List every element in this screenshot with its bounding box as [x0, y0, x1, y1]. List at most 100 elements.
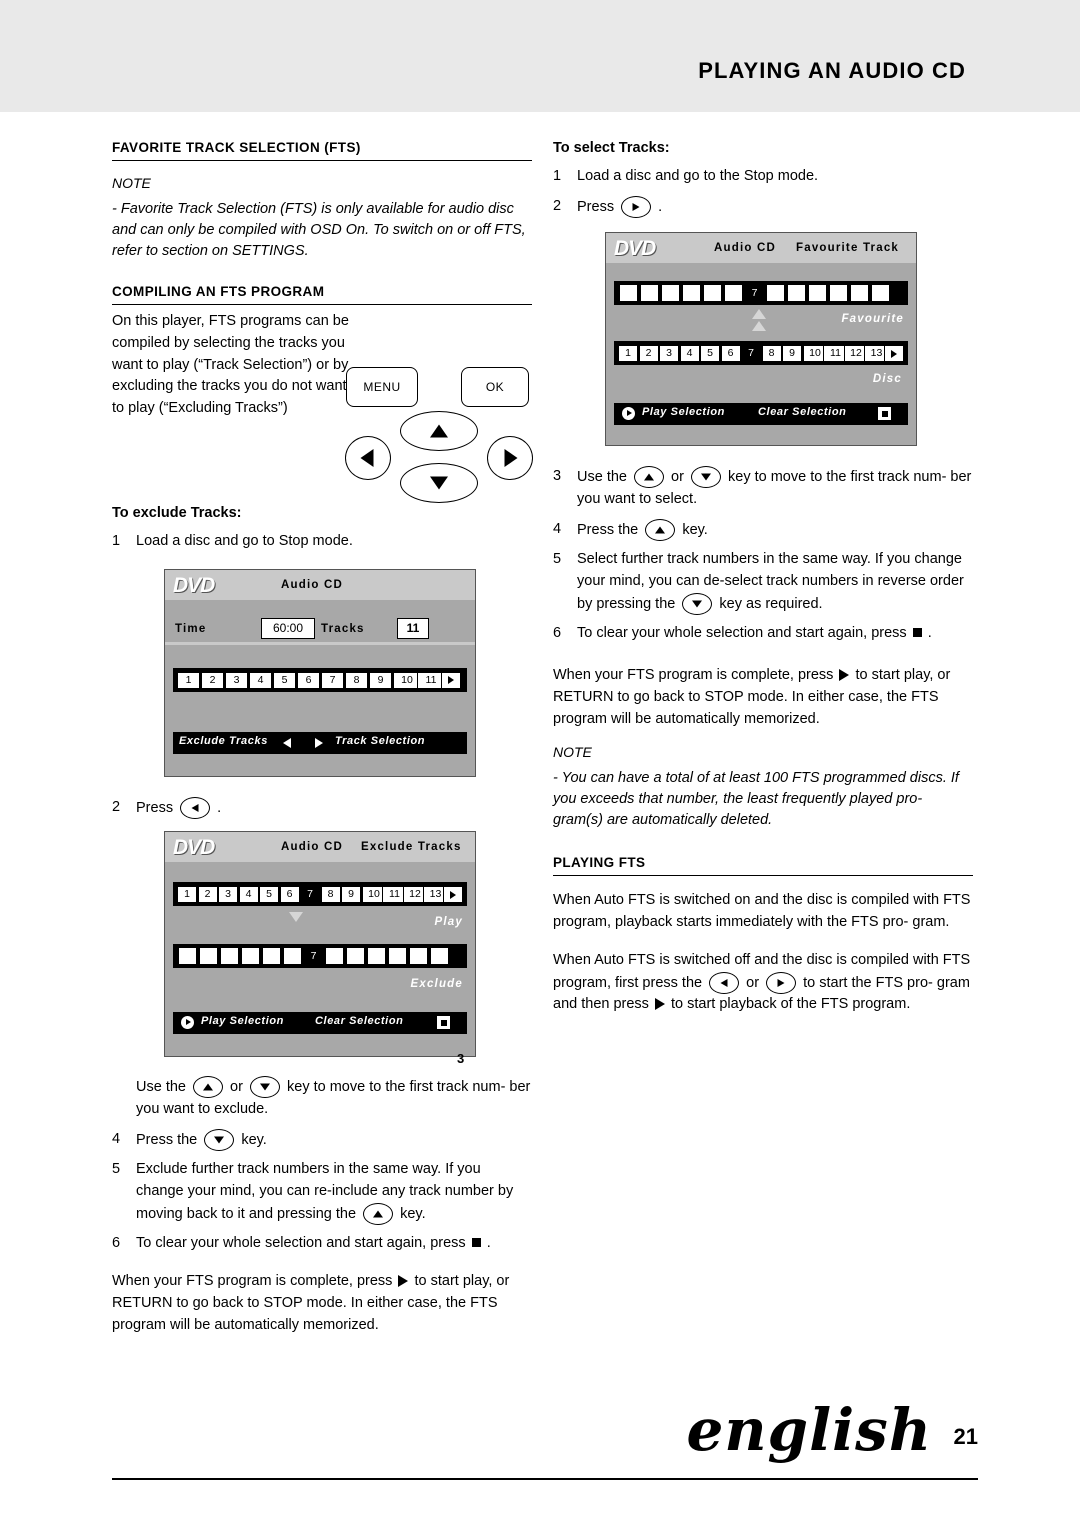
osd-track-number[interactable]: 4 [238, 886, 259, 904]
stop-icon[interactable] [437, 1016, 450, 1030]
osd-title-audio-cd: Audio CD [281, 578, 343, 591]
step-item: 6 To clear your whole selection and star… [112, 1233, 532, 1255]
step-text-suffix: . [658, 198, 663, 215]
left-key-inline-icon[interactable] [709, 971, 740, 994]
osd-next-arrow[interactable] [443, 886, 463, 904]
osd-bar-segment [662, 285, 679, 302]
arrow-right-icon [632, 202, 640, 211]
up-key-inline-icon[interactable] [363, 1202, 394, 1225]
osd-bottom-right-label[interactable]: Clear Selection [315, 1015, 403, 1027]
osd-track-number[interactable]: 3 [225, 671, 248, 689]
osd-title-mode: Exclude Tracks [361, 841, 462, 854]
down-key-inline-icon[interactable] [690, 466, 721, 489]
osd-disc-label: Disc [872, 373, 902, 386]
step-number: 3 [553, 468, 562, 485]
osd-track-number[interactable]: 6 [279, 886, 300, 904]
osd-track-number[interactable]: 4 [249, 671, 272, 689]
osd-track-number[interactable]: 3 [659, 345, 679, 363]
osd-track-number[interactable]: 1 [618, 345, 638, 363]
osd-track-number[interactable]: 7 [300, 886, 320, 904]
menu-button-illustration[interactable]: MENU [346, 367, 418, 408]
down-key-illustration[interactable] [400, 463, 478, 504]
left-key-inline-icon[interactable] [180, 796, 211, 819]
down-key-inline-icon[interactable] [682, 592, 713, 615]
arrow-left-icon [360, 449, 374, 468]
osd-next-arrow[interactable] [884, 345, 904, 363]
osd-time-value: 60:00 [261, 617, 315, 639]
osd-screen-audio-cd: DVD Audio CD Time 60:00 Tracks 11 123456… [164, 568, 476, 777]
osd-track-number[interactable]: 2 [201, 671, 224, 689]
arrow-right-icon [450, 890, 456, 899]
right-key-inline-icon[interactable] [621, 195, 652, 218]
note-label-right: NOTE [553, 744, 592, 761]
osd-track-number[interactable]: 5 [259, 886, 279, 904]
osd-title-mode: Favourite Track [796, 242, 900, 255]
arrow-up-icon [430, 424, 448, 438]
ok-button-illustration[interactable]: OK [461, 367, 529, 408]
left-column: FAVORITE TRACK SELECTION (FTS) NOTE - Fa… [112, 140, 533, 1348]
arrow-up-icon [203, 1083, 214, 1091]
osd-bar-segment [620, 285, 637, 302]
page-title: PLAYING AN AUDIO CD [698, 58, 966, 83]
osd-track-number[interactable]: 1 [177, 671, 200, 689]
osd-title-audio-cd: Audio CD [281, 841, 343, 854]
step-number: 2 [112, 798, 121, 815]
osd-track-number[interactable]: 5 [273, 671, 296, 689]
osd-bottom-right-label[interactable]: Clear Selection [758, 406, 846, 418]
osd-track-number[interactable]: 6 [297, 671, 320, 689]
step-text-2: key. [241, 1131, 267, 1148]
down-key-inline-icon[interactable] [204, 1128, 235, 1151]
osd-bottom-right-label[interactable]: Track Selection [335, 735, 425, 747]
osd-track-number[interactable]: 8 [320, 886, 341, 904]
step-text-2: . [486, 1235, 491, 1252]
osd-tracks-value: 11 [397, 617, 429, 639]
osd-track-number[interactable]: 9 [341, 886, 361, 904]
osd-track-number[interactable]: 9 [369, 671, 392, 689]
osd-bottom-left-label[interactable]: Play Selection [642, 406, 725, 418]
down-key-inline-icon[interactable] [249, 1076, 280, 1099]
section-heading-fts: FAVORITE TRACK SELECTION (FTS) [112, 140, 532, 161]
osd-bar-segment [179, 948, 196, 965]
compiling-intro-text: On this player, FTS programs can be comp… [112, 313, 349, 417]
osd-track-number[interactable]: 8 [345, 671, 368, 689]
arrow-right-icon [891, 349, 897, 358]
arrow-left-icon [283, 737, 291, 748]
step-text: Press the [577, 521, 639, 538]
step-text: Press the [136, 1131, 198, 1148]
up-key-inline-icon[interactable] [645, 518, 676, 541]
up-key-inline-icon[interactable] [634, 466, 665, 489]
step-item: 4 Press the key. [112, 1128, 532, 1152]
osd-bar-segment [347, 948, 364, 965]
osd-track-number[interactable]: 2 [197, 886, 218, 904]
osd-track-number[interactable]: 1 [177, 886, 197, 904]
osd-track-number[interactable]: 7 [741, 345, 761, 363]
step-text: To clear your whole selection and start … [136, 1235, 466, 1252]
osd-track-number[interactable]: 8 [761, 345, 782, 363]
right-key-illustration[interactable] [487, 436, 533, 481]
osd-track-number[interactable]: 2 [638, 345, 659, 363]
osd-bar-segment [683, 285, 700, 302]
osd-bottom-left-label[interactable]: Play Selection [201, 1015, 284, 1027]
right-key-inline-icon[interactable] [766, 971, 797, 994]
osd-track-number[interactable]: 6 [720, 345, 741, 363]
step-item: 2 Press . [553, 195, 973, 219]
osd-next-arrow[interactable] [441, 671, 461, 689]
left-key-illustration[interactable] [345, 436, 391, 481]
step-text: To clear your whole selection and start … [577, 625, 907, 642]
header-divider [0, 112, 1080, 115]
subheading-select-tracks: To select Tracks: [553, 140, 670, 156]
up-key-illustration[interactable] [400, 411, 478, 452]
osd-track-number[interactable]: 9 [782, 345, 802, 363]
arrow-down-icon [289, 912, 303, 923]
dvd-logo: DVD [173, 836, 215, 860]
step-number: 5 [553, 551, 562, 568]
section-heading-compiling: COMPILING AN FTS PROGRAM [112, 284, 532, 306]
arrow-right-icon [315, 737, 323, 748]
up-key-inline-icon[interactable] [193, 1076, 224, 1099]
osd-track-number[interactable]: 4 [679, 345, 700, 363]
osd-track-number[interactable]: 7 [321, 671, 344, 689]
osd-bottom-left-label[interactable]: Exclude Tracks [179, 735, 268, 747]
osd-track-number[interactable]: 5 [700, 345, 720, 363]
osd-track-number[interactable]: 3 [218, 886, 238, 904]
stop-icon[interactable] [878, 407, 891, 421]
